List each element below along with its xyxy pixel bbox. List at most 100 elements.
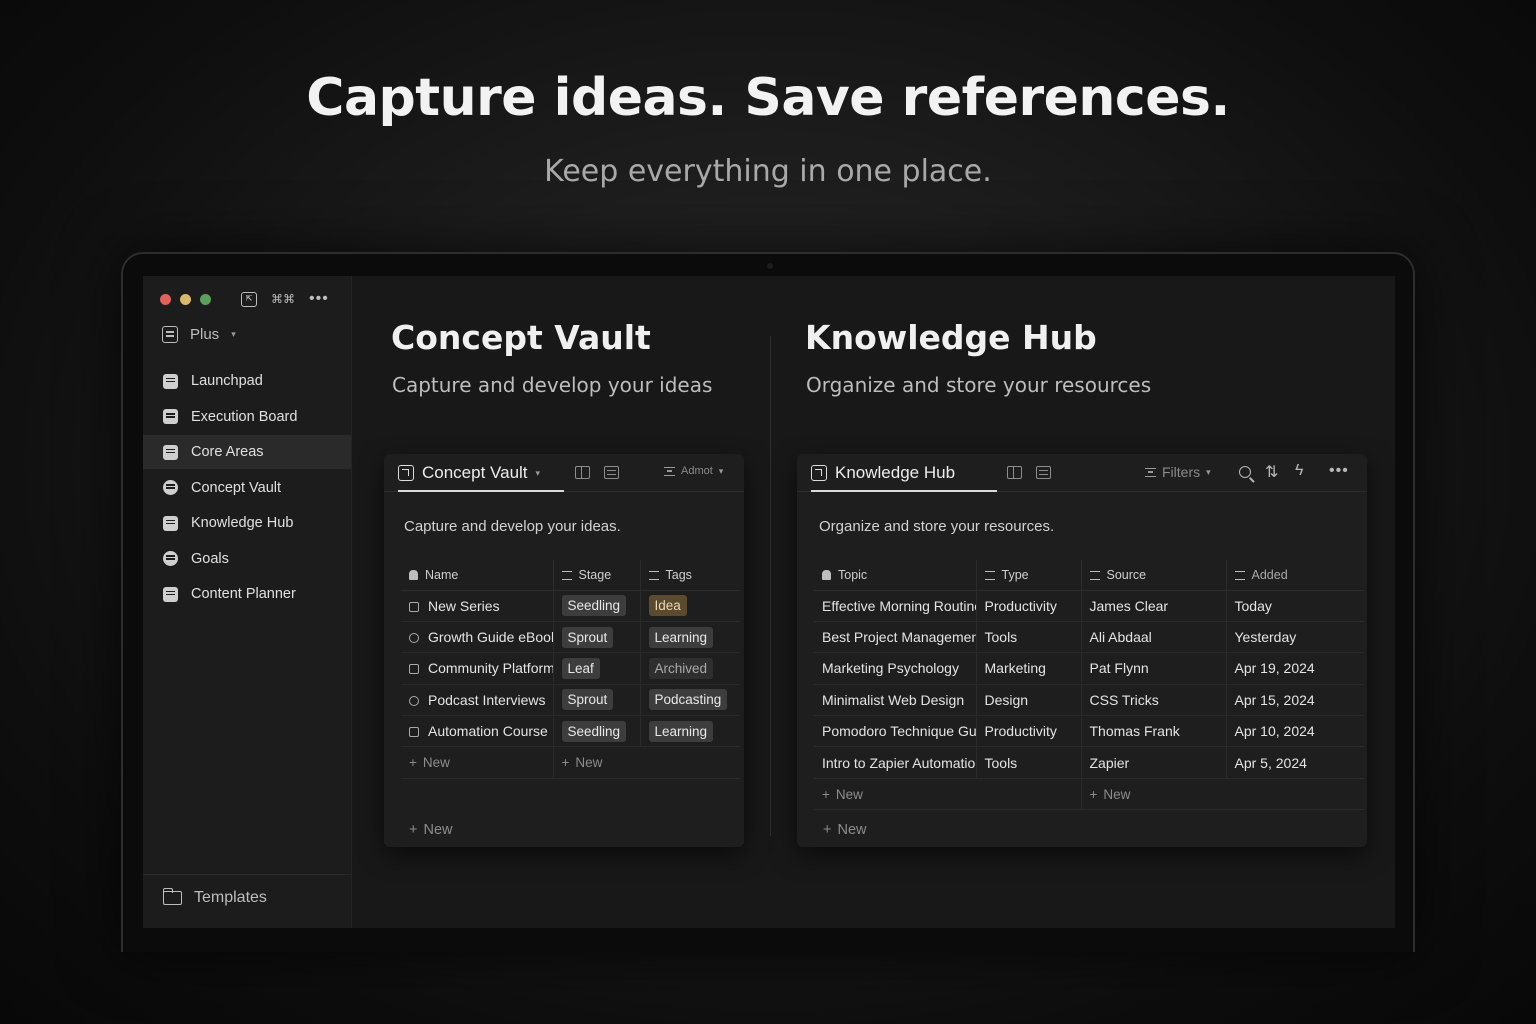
table-row[interactable]: Growth Guide eBook Sprout Learning: [401, 621, 740, 654]
source-cell[interactable]: Ali Abdaal: [1081, 621, 1227, 654]
added-cell[interactable]: Apr 19, 2024: [1226, 652, 1364, 685]
new-row-button[interactable]: + New: [553, 746, 740, 779]
lightning-icon[interactable]: ϟ: [1295, 462, 1303, 480]
concept-vault-header: Concept Vault ▾ Admot ▾: [384, 454, 744, 492]
source-cell[interactable]: Thomas Frank: [1081, 715, 1227, 748]
type-cell[interactable]: Design: [976, 684, 1082, 717]
type-cell[interactable]: Marketing: [976, 652, 1082, 685]
sort-icon[interactable]: ⇅: [1265, 462, 1278, 482]
table-view-icon[interactable]: [604, 466, 619, 479]
column-header-name[interactable]: Name: [401, 560, 554, 591]
plus-icon: +: [1089, 786, 1098, 802]
tag-cell[interactable]: Idea: [640, 590, 740, 622]
new-row: + New + New: [814, 778, 1364, 811]
table-view-icon[interactable]: [1036, 466, 1051, 479]
column-header-added[interactable]: Added: [1226, 560, 1364, 591]
sidebar-item-content-planner[interactable]: Content Planner: [143, 577, 351, 611]
table-row[interactable]: Podcast Interviews Sprout Podcasting: [401, 684, 740, 717]
filter-icon: [664, 466, 675, 476]
topic-cell[interactable]: Best Project Management: [814, 621, 977, 654]
name-cell[interactable]: Podcast Interviews: [401, 684, 554, 717]
table-row[interactable]: Minimalist Web Design Design CSS Tricks …: [814, 684, 1364, 717]
sidebar-item-concept-vault[interactable]: Concept Vault: [143, 471, 351, 505]
type-cell[interactable]: Tools: [976, 746, 1082, 779]
tag-cell[interactable]: Learning: [640, 621, 740, 654]
column-divider: [770, 336, 771, 836]
type-cell[interactable]: Tools: [976, 621, 1082, 654]
stage-cell[interactable]: Seedling: [553, 590, 641, 622]
table-row[interactable]: Community Platform Leaf Archived: [401, 652, 740, 685]
sidebar-item-execution-board[interactable]: Execution Board: [143, 400, 351, 434]
table-row[interactable]: Automation Course Seedling Learning: [401, 715, 740, 748]
added-cell[interactable]: Yesterday: [1226, 621, 1364, 654]
column-header-source[interactable]: Source: [1081, 560, 1227, 591]
added-cell[interactable]: Apr 10, 2024: [1226, 715, 1364, 748]
added-cell[interactable]: Apr 5, 2024: [1226, 746, 1364, 779]
view-menu[interactable]: Admot ▾: [664, 465, 723, 477]
hero-subtitle: Keep everything in one place.: [544, 154, 992, 189]
layout-icon[interactable]: [575, 466, 590, 479]
column-header-stage[interactable]: Stage: [553, 560, 641, 591]
maximize-window-button[interactable]: [200, 294, 211, 305]
table-row[interactable]: Pomodoro Technique Guide Productivity Th…: [814, 715, 1364, 748]
source-cell[interactable]: James Clear: [1081, 590, 1227, 622]
stage-cell[interactable]: Seedling: [553, 715, 641, 748]
table-row[interactable]: Marketing Psychology Marketing Pat Flynn…: [814, 652, 1364, 685]
added-cell[interactable]: Apr 15, 2024: [1226, 684, 1364, 717]
minimize-window-button[interactable]: [180, 294, 191, 305]
tag-cell[interactable]: Archived: [640, 652, 740, 685]
laptop-frame: ⇱ ⌘⌘ ••• Plus ▾ Launchpad Execution Boar…: [121, 252, 1415, 952]
select-column-icon: [561, 570, 572, 580]
tag-cell[interactable]: Learning: [640, 715, 740, 748]
type-cell[interactable]: Productivity: [976, 715, 1082, 748]
command-icon[interactable]: ⌘⌘: [271, 292, 295, 306]
table-row[interactable]: Effective Morning Routines Productivity …: [814, 590, 1364, 622]
name-cell[interactable]: Growth Guide eBook: [401, 621, 554, 654]
new-row-button[interactable]: + New: [1081, 778, 1364, 811]
more-icon[interactable]: •••: [309, 290, 329, 308]
tag-cell[interactable]: Podcasting: [640, 684, 740, 717]
new-item-button[interactable]: + New: [823, 822, 866, 838]
name-cell[interactable]: New Series: [401, 590, 554, 622]
table-row[interactable]: New Series Seedling Idea: [401, 590, 740, 622]
source-cell[interactable]: Pat Flynn: [1081, 652, 1227, 685]
column-header-type[interactable]: Type: [976, 560, 1082, 591]
column-header-topic[interactable]: Topic: [814, 560, 977, 591]
topic-cell[interactable]: Effective Morning Routines: [814, 590, 977, 622]
layout-icon[interactable]: [1007, 466, 1022, 479]
templates-button[interactable]: Templates: [143, 874, 351, 907]
column-header-tags[interactable]: Tags: [640, 560, 740, 591]
source-cell[interactable]: Zapier: [1081, 746, 1227, 779]
topic-cell[interactable]: Pomodoro Technique Guide: [814, 715, 977, 748]
new-item-button[interactable]: + New: [409, 822, 452, 838]
name-cell[interactable]: Community Platform: [401, 652, 554, 685]
filters-button[interactable]: Filters ▾: [1145, 464, 1211, 480]
source-cell[interactable]: CSS Tricks: [1081, 684, 1227, 717]
sidebar-item-goals[interactable]: Goals: [143, 542, 351, 576]
stage-cell[interactable]: Sprout: [553, 684, 641, 717]
added-cell[interactable]: Today: [1226, 590, 1364, 622]
stage-cell[interactable]: Sprout: [553, 621, 641, 654]
name-cell[interactable]: Automation Course: [401, 715, 554, 748]
topic-cell[interactable]: Marketing Psychology: [814, 652, 977, 685]
sidebar-toggle-icon[interactable]: ⇱: [241, 291, 257, 307]
tab-concept-vault[interactable]: Concept Vault ▾: [398, 454, 550, 492]
sidebar-item-label: Concept Vault: [191, 479, 282, 496]
table-row[interactable]: Best Project Management Tools Ali Abdaal…: [814, 621, 1364, 654]
search-icon[interactable]: [1239, 466, 1251, 478]
topic-cell[interactable]: Minimalist Web Design: [814, 684, 977, 717]
table-row[interactable]: Intro to Zapier Automation Tools Zapier …: [814, 746, 1364, 779]
text-column-icon: [1089, 570, 1100, 580]
workspace-switcher[interactable]: Plus ▾: [162, 326, 236, 343]
sidebar-item-core-areas[interactable]: Core Areas: [143, 435, 351, 469]
sidebar-item-knowledge-hub[interactable]: Knowledge Hub: [143, 506, 351, 540]
new-row-button[interactable]: + New: [814, 778, 1082, 811]
more-icon[interactable]: •••: [1329, 462, 1349, 480]
new-row-button[interactable]: + New: [401, 746, 554, 779]
type-cell[interactable]: Productivity: [976, 590, 1082, 622]
stage-cell[interactable]: Leaf: [553, 652, 641, 685]
close-window-button[interactable]: [160, 294, 171, 305]
sidebar-item-launchpad[interactable]: Launchpad: [143, 364, 351, 398]
topic-cell[interactable]: Intro to Zapier Automation: [814, 746, 977, 779]
tab-knowledge-hub[interactable]: Knowledge Hub: [811, 454, 965, 492]
